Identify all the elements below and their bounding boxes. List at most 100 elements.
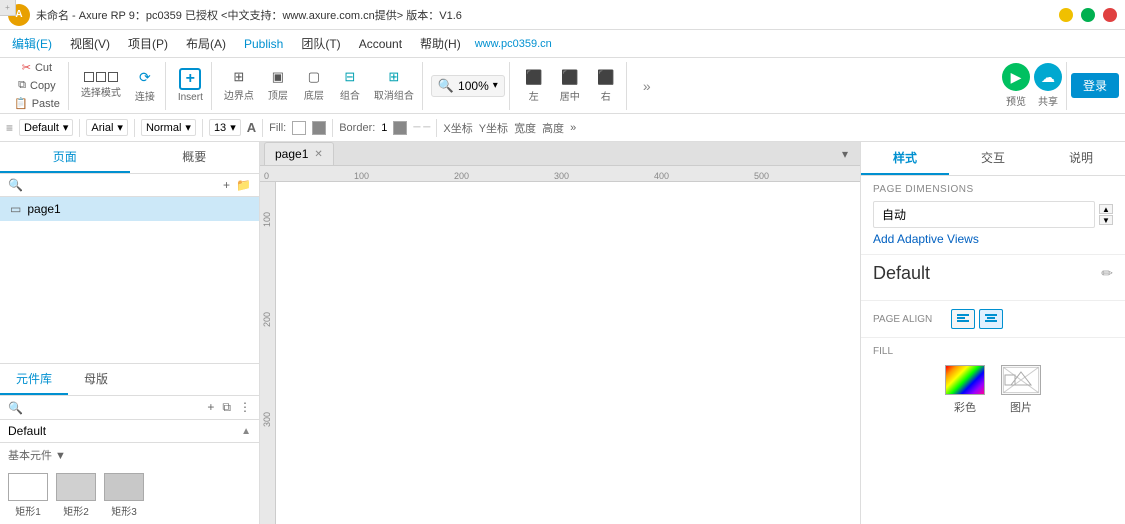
align-right-button[interactable]: ⬛ 右 [590, 67, 622, 105]
share-button[interactable]: ☁ 共享 [1034, 63, 1062, 108]
lib-item-rect3-label: 矩形3 [111, 503, 137, 518]
style-select[interactable]: Default▾ [19, 119, 73, 136]
border-button[interactable]: ⊞ 边界点 [220, 67, 258, 104]
folder-icon[interactable]: 📁 [236, 178, 251, 192]
arrange-section: ⊞ 边界点 ▣ 顶层 ▢ 底层 ⊟ 组合 ⊞ 取消组合 [216, 62, 423, 110]
canvas-tab-page1[interactable]: page1 ✕ [264, 142, 334, 165]
align-buttons [951, 309, 1003, 329]
library-section: 元件库 母版 🔍 + ⧉ ⋮ Default ▲ 基本元件 ▼ [0, 363, 259, 524]
minimize-button[interactable] [1059, 8, 1073, 22]
login-button[interactable]: 登录 [1071, 73, 1119, 98]
fill-color-option[interactable]: 彩色 [945, 365, 985, 415]
tab-library[interactable]: 元件库 [0, 364, 68, 395]
align-left-button[interactable]: ⬛ 左 [518, 67, 550, 105]
lib-add-icon[interactable]: + [207, 400, 214, 415]
align-label: PAGE ALIGN [873, 314, 943, 325]
maximize-button[interactable] [1081, 8, 1095, 22]
add-adaptive-views-link[interactable]: Add Adaptive Views [873, 232, 979, 246]
canvas-white-area[interactable] [276, 182, 860, 524]
lib-menu-icon[interactable]: ⋮ [239, 400, 251, 415]
menu-view[interactable]: 视图(V) [62, 32, 118, 55]
zoom-control[interactable]: 🔍 100% ▾ [431, 75, 505, 97]
page-dim-select[interactable]: 自动 [873, 201, 1095, 228]
group-button[interactable]: ⊟ 组合 [334, 67, 366, 104]
align-left-btn[interactable] [951, 309, 975, 329]
dim-up-arrow[interactable]: ▲ [1099, 204, 1113, 214]
ungroup-button[interactable]: ⊞ 取消组合 [370, 67, 418, 104]
add-page-icon[interactable]: + [223, 178, 230, 192]
menu-help[interactable]: 帮助(H) [412, 32, 469, 55]
page-item-page1[interactable]: ▭ page1 [0, 197, 259, 221]
more-button[interactable]: » [631, 76, 663, 96]
page-search-icons: + 📁 [223, 178, 251, 192]
size-select[interactable]: 13▾ [209, 119, 241, 136]
fill-label: Fill: [269, 122, 286, 134]
menu-team[interactable]: 团队(T) [293, 32, 348, 55]
canvas-tab-arrow[interactable]: ▾ [834, 143, 856, 165]
bottom-layer-button[interactable]: ▢ 底层 [298, 67, 330, 104]
border-color[interactable] [393, 121, 407, 135]
format-more[interactable]: » [570, 122, 576, 134]
insert-section: + Insert [170, 62, 212, 110]
tab-masters[interactable]: 母版 [68, 364, 124, 395]
select-mode-button[interactable]: 选择模式 [77, 70, 125, 101]
canvas-main[interactable] [276, 182, 860, 524]
lib-search-icon: 🔍 [8, 401, 23, 415]
fill-image-option[interactable]: 图片 [1001, 365, 1041, 415]
w-label: 宽度 [514, 120, 536, 136]
library-tabs: 元件库 母版 [0, 364, 259, 396]
title-bar: A 未命名 - Axure RP 9：pc0359 已授权 <中文支持：www.… [0, 0, 1125, 30]
align-row: PAGE ALIGN [873, 309, 1113, 329]
toolbar: ✂ Cut ⧉ Copy 📋 Paste 选择模式 ⟳ 连接 + [0, 58, 1125, 114]
tab-style[interactable]: 样式 [861, 142, 949, 175]
menu-account[interactable]: Account [351, 34, 410, 54]
border-label: Border: [339, 122, 375, 134]
top-layer-button[interactable]: ▣ 顶层 [262, 67, 294, 104]
weight-select[interactable]: Normal▾ [141, 119, 196, 136]
fill-label: FILL [873, 346, 1113, 357]
close-button[interactable] [1103, 8, 1117, 22]
insert-button[interactable]: + Insert [174, 66, 207, 105]
font-select[interactable]: Arial▾ [86, 119, 128, 136]
tab-notes[interactable]: 说明 [1037, 142, 1125, 175]
align-center-button[interactable]: ⬛ 居中 [554, 67, 586, 105]
default-edit-icon[interactable]: ✏ [1101, 265, 1113, 282]
tab-close-icon[interactable]: ✕ [314, 149, 322, 160]
tab-outline[interactable]: 概要 [130, 142, 260, 173]
lib-item-rect1[interactable]: 矩形1 [8, 473, 48, 518]
preview-button[interactable]: ▶ 预览 [1002, 63, 1030, 108]
connect-button[interactable]: ⟳ 连接 [129, 67, 161, 105]
menu-file[interactable]: 编辑(E) [4, 32, 60, 55]
lib-item-rect3-preview [104, 473, 144, 501]
fill-color1[interactable] [292, 121, 306, 135]
align-section: ⬛ 左 ⬛ 居中 ⬛ 右 [514, 62, 627, 110]
fill-image-box [1001, 365, 1041, 395]
menu-publish[interactable]: Publish [236, 34, 291, 54]
page-search-input[interactable] [27, 179, 219, 191]
copy-button[interactable]: ⧉ Copy [10, 77, 64, 94]
text-label: A [247, 120, 256, 135]
tab-pages[interactable]: 页面 [0, 142, 130, 173]
library-search-input[interactable] [27, 402, 203, 414]
align-center-btn[interactable] [979, 309, 1003, 329]
fill-color2[interactable] [312, 121, 326, 135]
x-label: X坐标 [443, 120, 472, 136]
paste-button[interactable]: 📋 Paste [10, 95, 64, 112]
page-item-label: page1 [27, 202, 60, 216]
lib-item-rect2-preview [56, 473, 96, 501]
y-label: Y坐标 [479, 120, 508, 136]
ruler-mark-0: 0 [264, 171, 269, 181]
lib-copy-icon[interactable]: ⧉ [222, 400, 231, 415]
menu-project[interactable]: 项目(P) [120, 32, 176, 55]
library-search-row: 🔍 + ⧉ ⋮ [0, 396, 259, 420]
lib-item-rect1-preview [8, 473, 48, 501]
dim-down-arrow[interactable]: ▼ [1099, 215, 1113, 225]
lib-item-rect2[interactable]: 矩形2 [56, 473, 96, 518]
lib-item-rect3[interactable]: 矩形3 [104, 473, 144, 518]
menu-layout[interactable]: 布局(A) [178, 32, 234, 55]
canvas-tab-label: page1 [275, 147, 308, 161]
fill-section: FILL 彩色 图片 [861, 338, 1125, 423]
tab-interaction[interactable]: 交互 [949, 142, 1037, 175]
fill-options: 彩色 图片 [873, 365, 1113, 415]
cut-button[interactable]: ✂ Cut [10, 59, 64, 76]
